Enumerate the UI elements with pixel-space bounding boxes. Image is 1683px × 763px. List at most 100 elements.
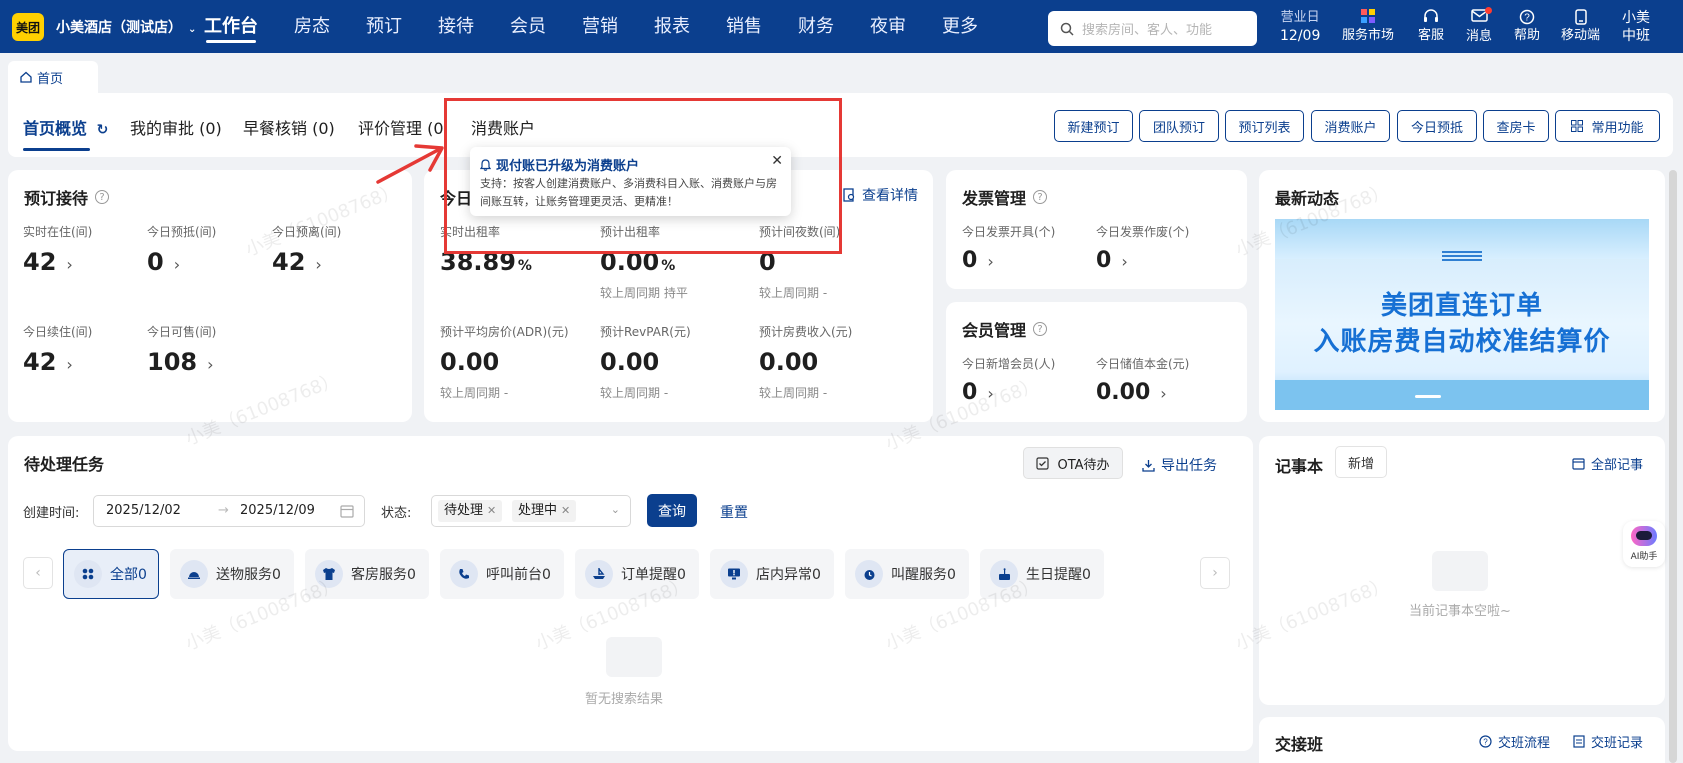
nav-reports[interactable]: 报表	[654, 0, 690, 53]
calendar-icon	[1572, 458, 1585, 470]
export-tasks-link[interactable]: 导出任务	[1142, 455, 1217, 475]
all-notes-link[interactable]: 全部记事	[1572, 454, 1643, 473]
stat-new-members[interactable]: 今日新增会员(人) 0 ›	[962, 355, 1055, 405]
nav-night-audit[interactable]: 夜审	[870, 0, 906, 53]
search-icon	[1060, 22, 1074, 36]
status-select[interactable]: 待处理 ✕ 处理中 ✕ ⌄	[431, 495, 631, 527]
reset-button[interactable]: 重置	[720, 502, 748, 522]
group-booking-button[interactable]: 团队预订	[1139, 110, 1219, 142]
handover-record-link[interactable]: 交班记录	[1573, 732, 1643, 751]
reservation-title-text: 预订接待	[24, 189, 89, 208]
nav-member[interactable]: 会员	[510, 0, 546, 53]
nav-finance[interactable]: 财务	[798, 0, 834, 53]
subtab-overview[interactable]: 首页概览 ↻	[23, 115, 109, 151]
stat-extend-stay[interactable]: 今日续住(间) 42 ›	[23, 323, 92, 376]
stat-today-arrivals[interactable]: 今日预抵(间) 0 ›	[147, 223, 216, 276]
question-icon[interactable]: ?	[95, 190, 110, 204]
subtab-breakfast[interactable]: 早餐核销 (0)	[243, 115, 335, 139]
category-store-exception[interactable]: 店内异常0	[710, 549, 834, 599]
banner-stripes-icon	[1442, 251, 1482, 261]
view-details-link[interactable]: 查看详情	[843, 185, 918, 205]
checkbox-icon	[1036, 456, 1050, 470]
user-menu[interactable]: 小美 中班	[1622, 9, 1650, 45]
question-icon[interactable]: ?	[1033, 190, 1048, 204]
category-call-front-desk[interactable]: 呼叫前台0	[440, 549, 564, 599]
stat-unit: %	[517, 258, 532, 274]
category-delivery[interactable]: 送物服务0	[170, 549, 294, 599]
empty-box-icon	[606, 637, 662, 677]
category-order-reminder[interactable]: 订单提醒0	[575, 549, 699, 599]
business-day-value: 12/09	[1280, 28, 1321, 44]
room-card-button[interactable]: 查房卡	[1483, 110, 1549, 142]
nav-workbench[interactable]: 工作台	[204, 0, 258, 53]
question-icon[interactable]: ?	[1033, 322, 1048, 336]
empty-box-icon	[1432, 551, 1488, 591]
today-arrivals-button[interactable]: 今日预抵	[1397, 110, 1477, 142]
alarm-clock-icon	[855, 560, 883, 588]
news-banner[interactable]: 美团直连订单 入账房费自动校准结算价	[1275, 219, 1649, 410]
category-housekeeping[interactable]: 客房服务0	[305, 549, 429, 599]
stat-invoice-issued[interactable]: 今日发票开具(个) 0 ›	[962, 223, 1055, 273]
document-icon	[1573, 735, 1585, 748]
stat-adr[interactable]: 预计平均房价(ADR)(元) 0.00 较上周同期 -	[440, 323, 569, 401]
export-tasks-label: 导出任务	[1161, 458, 1217, 474]
stat-today-departures[interactable]: 今日预离(间) 42 ›	[272, 223, 341, 276]
refresh-icon[interactable]: ↻	[97, 122, 109, 138]
ota-todo-button[interactable]: OTA待办	[1023, 447, 1123, 479]
stat-revpar[interactable]: 预计RevPAR(元) 0.00 较上周同期 -	[600, 323, 691, 401]
stat-in-house[interactable]: 实时在住(间) 42 ›	[23, 223, 92, 276]
member-title-text: 会员管理	[962, 321, 1027, 340]
query-button[interactable]: 查询	[647, 494, 697, 527]
help-icon: ?	[1514, 9, 1540, 27]
handover-flow-link[interactable]: ? 交班流程	[1479, 732, 1550, 751]
mobile-phone-icon	[1561, 9, 1600, 27]
stat-available[interactable]: 今日可售(间) 108 ›	[147, 323, 216, 376]
nav-reception[interactable]: 接待	[438, 0, 474, 53]
subtab-reviews[interactable]: 评价管理 (0	[358, 115, 444, 139]
close-icon[interactable]: ✕	[487, 504, 496, 517]
meituan-logo[interactable]: 美团	[12, 13, 44, 41]
tab-home[interactable]: 首页	[8, 61, 98, 93]
close-icon[interactable]: ✕	[771, 153, 783, 169]
status-tag-pending[interactable]: 待处理 ✕	[438, 500, 503, 522]
nav-room-status[interactable]: 房态	[294, 0, 330, 53]
add-note-button[interactable]: 新增	[1335, 446, 1387, 478]
ai-assistant-button[interactable]: AI助手	[1623, 521, 1665, 567]
nav-more[interactable]: 更多	[942, 0, 978, 53]
common-functions-button[interactable]: 常用功能	[1555, 110, 1660, 142]
booking-list-button[interactable]: 预订列表	[1225, 110, 1304, 142]
carousel-indicator[interactable]	[1415, 395, 1441, 398]
service-market-button[interactable]: 服务市场	[1342, 9, 1394, 45]
category-all[interactable]: 全部0	[63, 549, 159, 599]
store-switcher[interactable]: 小美酒店（测试店） ⌄	[56, 17, 196, 37]
scroll-left-button[interactable]: ‹	[23, 557, 53, 589]
messages-button[interactable]: 消息	[1466, 7, 1492, 46]
stat-invoice-voided[interactable]: 今日发票作废(个) 0 ›	[1096, 223, 1189, 273]
nav-booking[interactable]: 预订	[366, 0, 402, 53]
chevron-right-icon: ›	[66, 355, 73, 374]
date-from[interactable]: 2025/12/02	[106, 503, 181, 518]
customer-service-button[interactable]: 客服	[1418, 9, 1444, 45]
nav-sales[interactable]: 销售	[726, 0, 762, 53]
stat-label: 今日可售(间)	[147, 325, 217, 339]
status-tag-processing[interactable]: 处理中 ✕	[512, 500, 577, 522]
subtab-my-approvals[interactable]: 我的审批 (0)	[130, 115, 222, 139]
stat-stored-value[interactable]: 今日储值本金(元) 0.00 ›	[1096, 355, 1189, 405]
nav-marketing[interactable]: 营销	[582, 0, 618, 53]
consumption-account-button[interactable]: 消费账户	[1311, 110, 1390, 142]
scroll-right-button[interactable]: ›	[1200, 557, 1230, 589]
notebook-empty-text: 当前记事本空啦~	[1409, 604, 1511, 619]
date-to[interactable]: 2025/12/09	[240, 503, 315, 518]
new-booking-button[interactable]: 新建预订	[1054, 110, 1133, 142]
category-birthday[interactable]: 生日提醒0	[980, 549, 1104, 599]
chevron-right-icon: ›	[207, 355, 214, 374]
stat-room-revenue[interactable]: 预计房费收入(元) 0.00 较上周同期 -	[759, 323, 852, 401]
page-scrollbar[interactable]	[1669, 170, 1677, 763]
help-button[interactable]: ? 帮助	[1514, 9, 1540, 45]
mobile-button[interactable]: 移动端	[1561, 9, 1600, 45]
close-icon[interactable]: ✕	[561, 504, 570, 517]
date-range-picker[interactable]: 2025/12/02 → 2025/12/09	[93, 495, 365, 527]
global-search-input[interactable]: 搜索房间、客人、功能	[1048, 11, 1257, 46]
category-wake-up[interactable]: 叫醒服务0	[845, 549, 969, 599]
home-icon	[20, 71, 32, 83]
